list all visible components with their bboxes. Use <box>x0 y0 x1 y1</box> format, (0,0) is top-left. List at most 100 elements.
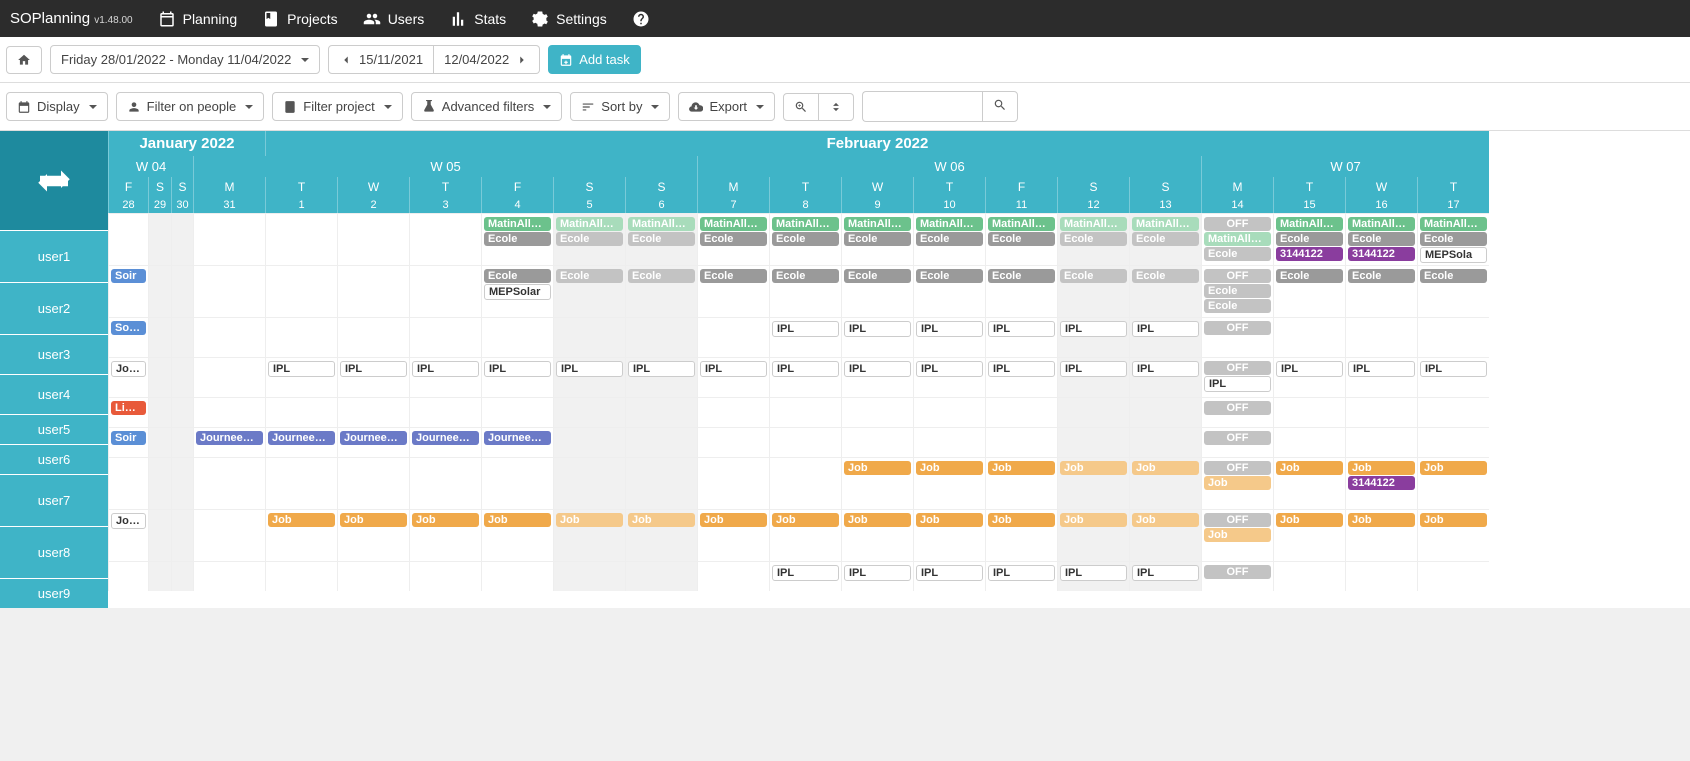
task-block[interactable]: IPL <box>988 361 1055 377</box>
timeline-cell[interactable]: Job <box>913 457 985 509</box>
timeline-cell[interactable] <box>1417 427 1489 457</box>
task-block[interactable]: OFF <box>1204 461 1271 475</box>
task-block[interactable]: Job <box>988 461 1055 475</box>
timeline-cell[interactable] <box>148 427 171 457</box>
timeline-cell[interactable]: Job <box>625 509 697 561</box>
timeline-cell[interactable] <box>409 561 481 591</box>
task-block[interactable]: Ecole <box>1276 269 1343 283</box>
timeline-cell[interactable] <box>337 265 409 317</box>
nav-stats[interactable]: Stats <box>449 10 506 28</box>
task-block[interactable]: Ecole <box>844 269 911 283</box>
task-block[interactable]: Job <box>916 461 983 475</box>
task-block[interactable]: IPL <box>1060 321 1127 337</box>
timeline-cell[interactable] <box>193 357 265 397</box>
timeline-cell[interactable] <box>265 457 337 509</box>
task-block[interactable]: IPL <box>1348 361 1415 377</box>
timeline-cell[interactable] <box>769 427 841 457</box>
timeline-cell[interactable]: IPL <box>1057 357 1129 397</box>
task-block[interactable]: Ecole <box>1420 232 1487 246</box>
timeline-cell[interactable] <box>1273 427 1345 457</box>
task-block[interactable]: Job <box>484 513 551 527</box>
timeline-cell[interactable]: SoirSolar <box>108 317 148 357</box>
task-block[interactable]: IPL <box>628 361 695 377</box>
timeline-cell[interactable]: JourneeAllur <box>409 427 481 457</box>
timeline-cell[interactable]: IPL <box>697 357 769 397</box>
timeline-cell[interactable]: OFFJob <box>1201 457 1273 509</box>
timeline-cell[interactable] <box>193 397 265 427</box>
timeline-cell[interactable]: MatinAllureEcole <box>985 213 1057 265</box>
timeline-cell[interactable] <box>265 213 337 265</box>
timeline-cell[interactable]: IPL <box>1417 357 1489 397</box>
user-row-header[interactable]: user8 <box>0 526 108 578</box>
user-row-header[interactable]: user4 <box>0 374 108 414</box>
timeline-cell[interactable] <box>1417 397 1489 427</box>
timeline-cell[interactable]: MatinAllureEcole <box>481 213 553 265</box>
timeline-cell[interactable]: Ecole <box>769 265 841 317</box>
task-block[interactable]: 3144122 <box>1348 476 1415 490</box>
task-block[interactable]: Ecole <box>916 232 983 246</box>
task-block[interactable]: Ecole <box>484 232 551 246</box>
task-block[interactable]: Ecole <box>1204 247 1271 261</box>
task-block[interactable]: MatinAllure <box>1204 232 1271 246</box>
timeline-cell[interactable] <box>409 213 481 265</box>
task-block[interactable]: MEPSola <box>1420 247 1487 263</box>
task-block[interactable]: Job <box>1420 461 1487 475</box>
timeline-cell[interactable]: MatinAllureEcoleMEPSola <box>1417 213 1489 265</box>
task-block[interactable]: MatinAllure <box>916 217 983 231</box>
task-block[interactable]: Ecole <box>988 232 1055 246</box>
timeline-cell[interactable]: Job <box>1345 509 1417 561</box>
task-block[interactable]: Ecole <box>1204 284 1271 298</box>
timeline-cell[interactable] <box>265 317 337 357</box>
task-block[interactable]: IPL <box>844 321 911 337</box>
timeline-cell[interactable] <box>625 427 697 457</box>
task-block[interactable]: Ecole <box>1348 269 1415 283</box>
timeline-cell[interactable]: IPL <box>985 317 1057 357</box>
timeline-cell[interactable] <box>841 427 913 457</box>
timeline-cell[interactable] <box>171 427 193 457</box>
task-block[interactable]: MatinAllure <box>1060 217 1127 231</box>
timeline-cell[interactable]: Job <box>985 457 1057 509</box>
task-block[interactable]: IPL <box>772 361 839 377</box>
timeline-cell[interactable]: Job <box>1273 509 1345 561</box>
timeline-cell[interactable]: Ecole <box>1057 265 1129 317</box>
timeline-cell[interactable]: JourneeAllur <box>481 427 553 457</box>
timeline-cell[interactable] <box>193 265 265 317</box>
timeline-cell[interactable] <box>481 457 553 509</box>
timeline-cell[interactable]: IPL <box>769 561 841 591</box>
user-row-header[interactable]: user2 <box>0 282 108 334</box>
task-block[interactable]: Soir <box>111 269 146 283</box>
timeline-cell[interactable] <box>1345 427 1417 457</box>
timeline-cell[interactable]: JourneeAllur <box>265 427 337 457</box>
user-row-header[interactable]: user6 <box>0 444 108 474</box>
task-block[interactable]: JourneeAllur <box>340 431 407 445</box>
timeline-cell[interactable]: IPL <box>1273 357 1345 397</box>
task-block[interactable]: Job <box>844 461 911 475</box>
task-block[interactable]: Job <box>1132 461 1199 475</box>
timeline-cell[interactable] <box>625 317 697 357</box>
timeline-cell[interactable]: MatinAllureEcole <box>1129 213 1201 265</box>
search-input[interactable] <box>862 91 982 122</box>
timeline-cell[interactable]: Soir <box>108 427 148 457</box>
home-button[interactable] <box>6 46 42 74</box>
task-block[interactable]: MEPSolar <box>484 284 551 300</box>
task-block[interactable]: JourneeAllur <box>412 431 479 445</box>
timeline-cell[interactable] <box>553 427 625 457</box>
timeline-cell[interactable]: Job <box>1057 509 1129 561</box>
nav-projects[interactable]: Projects <box>262 10 338 28</box>
task-block[interactable]: Job <box>628 513 695 527</box>
timeline-cell[interactable] <box>409 397 481 427</box>
timeline-cell[interactable]: IPL <box>913 561 985 591</box>
date-next-button[interactable]: 12/04/2022 <box>434 45 540 74</box>
task-block[interactable]: Job <box>988 513 1055 527</box>
timeline-cell[interactable]: MatinAllureEcole3144122 <box>1345 213 1417 265</box>
timeline-cell[interactable]: Job <box>481 509 553 561</box>
timeline-cell[interactable]: Ecole <box>1129 265 1201 317</box>
task-block[interactable]: OFF <box>1204 565 1271 579</box>
filter-project-button[interactable]: Filter project <box>272 92 403 121</box>
task-block[interactable]: IPL <box>1132 565 1199 581</box>
timeline-cell[interactable]: Ecole <box>1417 265 1489 317</box>
timeline-cell[interactable]: IPL <box>409 357 481 397</box>
timeline-cell[interactable] <box>697 561 769 591</box>
task-block[interactable]: IPL <box>268 361 335 377</box>
task-block[interactable]: MatinAllure <box>628 217 695 231</box>
